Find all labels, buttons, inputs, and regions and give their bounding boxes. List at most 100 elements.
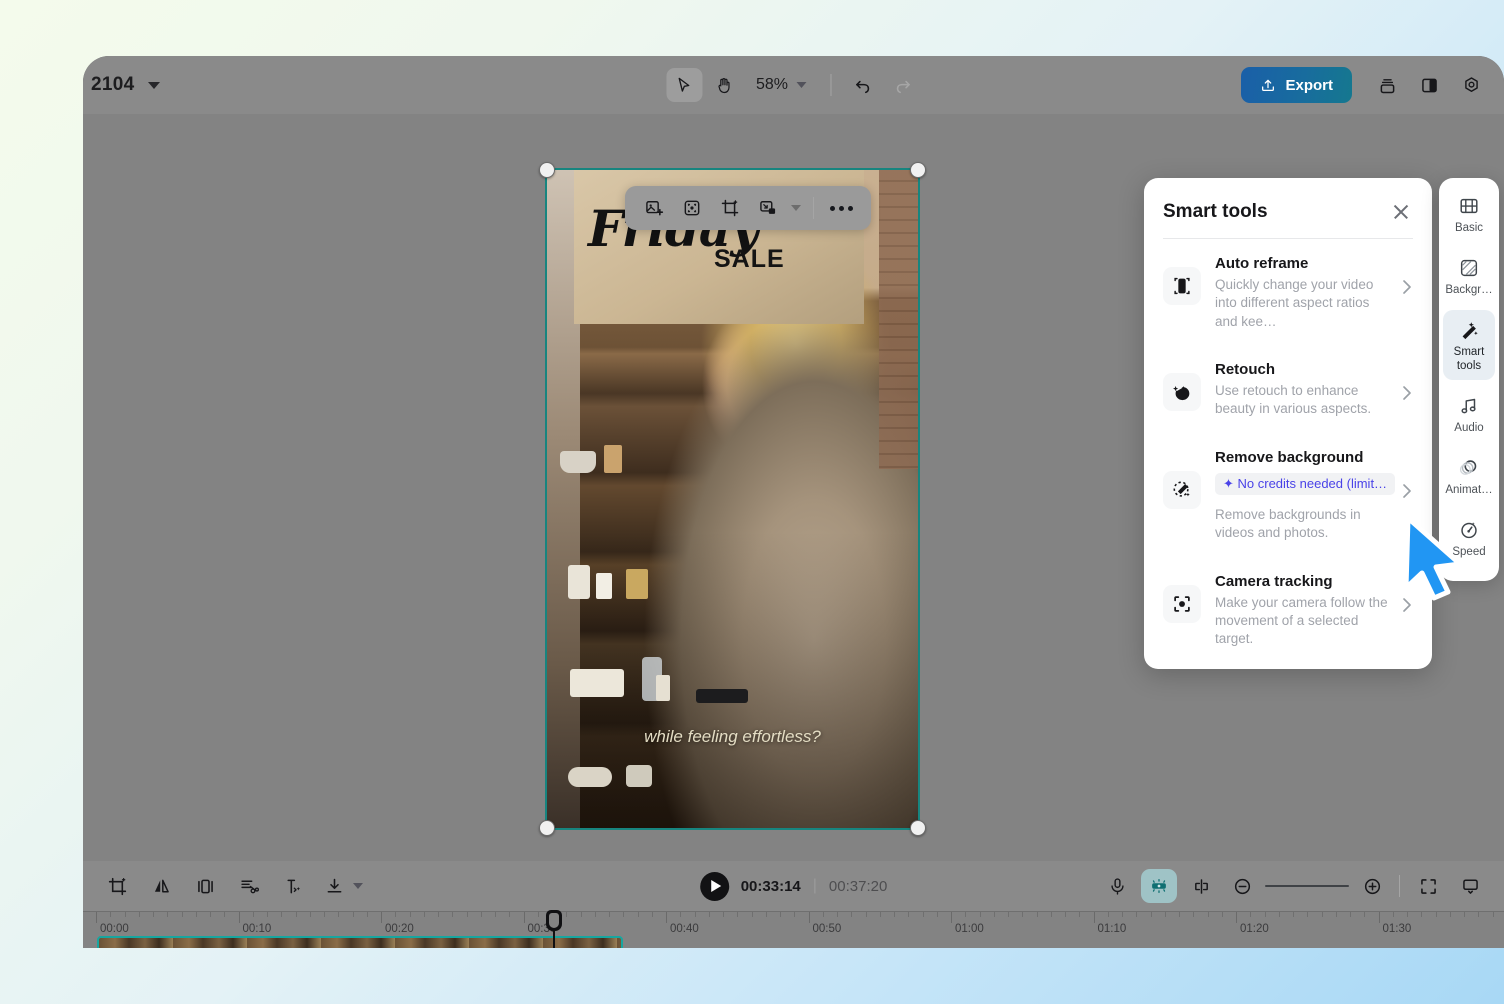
ruler-tick-minor — [1150, 912, 1152, 917]
scene-hand-object — [696, 689, 748, 703]
chevron-down-icon — [353, 883, 363, 889]
ruler-tick-minor — [708, 912, 710, 917]
sidebar-label-basic: Basic — [1454, 222, 1484, 234]
crop-icon — [108, 877, 126, 895]
canvas-stage[interactable]: BLACK Friday SALE while feeling effortle… — [83, 114, 1504, 861]
sidebar-item-speed[interactable]: Speed — [1443, 510, 1495, 566]
crop-button[interactable] — [713, 192, 747, 224]
shelf-prop — [560, 451, 596, 473]
smart-tool-remove-background[interactable]: Remove background ✦ No credits needed (l… — [1144, 433, 1432, 557]
cut-tool-button[interactable] — [231, 869, 267, 903]
promo-line-sale: SALE — [714, 244, 785, 273]
marker-button[interactable] — [1183, 869, 1219, 903]
ruler-tick-minor — [894, 912, 895, 917]
add-image-button[interactable] — [637, 192, 671, 224]
ruler-tick-minor — [423, 912, 425, 917]
more-options-icon — [839, 205, 844, 211]
ruler-tick-minor — [167, 912, 169, 917]
select-tool-button[interactable] — [665, 68, 702, 102]
ruler-tick-minor — [352, 912, 354, 917]
export-button[interactable]: Export — [1241, 67, 1352, 103]
ruler-tick-minor — [651, 912, 653, 917]
zoom-out-button[interactable] — [1229, 869, 1255, 903]
camera-tracking-desc: Make your camera follow the movement of … — [1215, 594, 1388, 647]
smart-tools-title: Smart tools — [1163, 201, 1268, 222]
toolbar-divider — [830, 74, 832, 96]
ruler-tick-label: 01:20 — [1240, 923, 1269, 935]
download-button[interactable] — [319, 869, 349, 903]
smart-tool-auto-reframe[interactable]: Auto reframe Quickly change your video i… — [1144, 239, 1432, 345]
pip-dropdown-button[interactable] — [789, 205, 803, 211]
ruler-tick-minor — [1350, 912, 1351, 917]
sidebar-item-animation[interactable]: Animat… — [1443, 448, 1495, 504]
zoom-level-dropdown[interactable]: 58% — [746, 76, 816, 94]
display-button[interactable] — [1452, 869, 1488, 903]
undo-button[interactable] — [845, 68, 881, 102]
fullscreen-button[interactable] — [1410, 869, 1446, 903]
ruler-tick-minor — [295, 912, 297, 917]
sidebar-item-basic[interactable]: Basic — [1443, 186, 1495, 242]
document-title-dropdown[interactable]: 2104 — [91, 74, 161, 96]
retouch-icon-wrap — [1163, 373, 1201, 412]
hand-tool-button[interactable] — [706, 68, 742, 102]
ruler-tick-label: 01:10 — [1097, 923, 1127, 935]
ruler-tick-minor — [1065, 912, 1066, 917]
add-image-icon — [646, 201, 664, 216]
auto-reframe-icon — [1174, 277, 1190, 295]
layers-button[interactable] — [1368, 67, 1406, 103]
ruler-tick-minor — [936, 912, 938, 917]
ruler-tick-label: 01:30 — [1382, 923, 1412, 935]
timeline-right-tools — [1099, 869, 1488, 903]
split-view-tool-button[interactable] — [187, 869, 223, 903]
timeline-zoom-slider[interactable] — [1225, 869, 1389, 903]
timeline-left-tools — [99, 869, 363, 903]
retouch-icon — [1173, 386, 1190, 401]
ruler-tick-minor — [1364, 912, 1366, 917]
timeline-playhead[interactable] — [546, 910, 562, 948]
playhead-handle[interactable] — [546, 910, 562, 931]
sidebar-label-speed: Speed — [1452, 546, 1486, 559]
mirror-tool-button[interactable] — [143, 869, 179, 903]
toolbar-divider — [813, 197, 814, 219]
retouch-text: Retouch Use retouch to enhance beauty in… — [1215, 361, 1388, 419]
ruler-tick-minor — [267, 912, 268, 917]
timeline-toolbar: 00:33:14 | 00:37:20 — [83, 861, 1504, 911]
layers-icon — [1380, 78, 1394, 93]
play-button[interactable] — [699, 871, 729, 901]
undo-icon — [856, 80, 870, 93]
video-preview[interactable]: BLACK Friday SALE while feeling effortle… — [546, 169, 919, 829]
more-options-button[interactable] — [824, 205, 859, 211]
zoom-slider-track[interactable] — [1265, 885, 1349, 887]
zoom-in-button[interactable] — [1359, 869, 1385, 903]
speedometer-icon — [1461, 522, 1477, 539]
sidebar-label-background: Backgr… — [1445, 284, 1493, 297]
crop-tool-button[interactable] — [99, 869, 135, 903]
split-view-button[interactable] — [1410, 67, 1448, 103]
timeline-clip[interactable] — [97, 936, 623, 948]
picture-in-picture-button[interactable] — [751, 192, 785, 224]
close-icon[interactable] — [1389, 200, 1413, 224]
sidebar-item-background[interactable]: Backgr… — [1443, 248, 1495, 304]
animation-circles-icon — [1459, 460, 1477, 475]
smart-tools-header: Smart tools — [1144, 178, 1432, 238]
smart-tool-camera-tracking[interactable]: Camera tracking Make your camera follow … — [1144, 557, 1432, 669]
auto-cut-button[interactable] — [1141, 869, 1177, 903]
more-options-icon — [830, 205, 835, 211]
smart-tool-retouch[interactable]: Retouch Use retouch to enhance beauty in… — [1144, 345, 1432, 433]
ruler-tick-minor — [908, 912, 910, 917]
download-icon — [327, 878, 341, 893]
ruler-tick-minor — [965, 912, 967, 917]
split-clip-button[interactable] — [275, 869, 311, 903]
redo-button[interactable] — [885, 68, 921, 102]
fit-frame-button[interactable] — [675, 192, 709, 224]
sidebar-label-audio: Audio — [1454, 421, 1484, 434]
settings-button[interactable] — [1452, 67, 1490, 103]
ruler-tick-label: 00:10 — [242, 923, 272, 935]
ruler-tick-minor — [594, 912, 596, 917]
download-dropdown-button[interactable] — [353, 883, 363, 889]
sidebar-item-smart-tools[interactable]: Smart tools — [1443, 310, 1495, 380]
sidebar-item-audio[interactable]: Audio — [1443, 386, 1495, 442]
auto-reframe-text: Auto reframe Quickly change your video i… — [1215, 255, 1388, 331]
ruler-tick-minor — [837, 912, 838, 917]
microphone-button[interactable] — [1099, 869, 1135, 903]
